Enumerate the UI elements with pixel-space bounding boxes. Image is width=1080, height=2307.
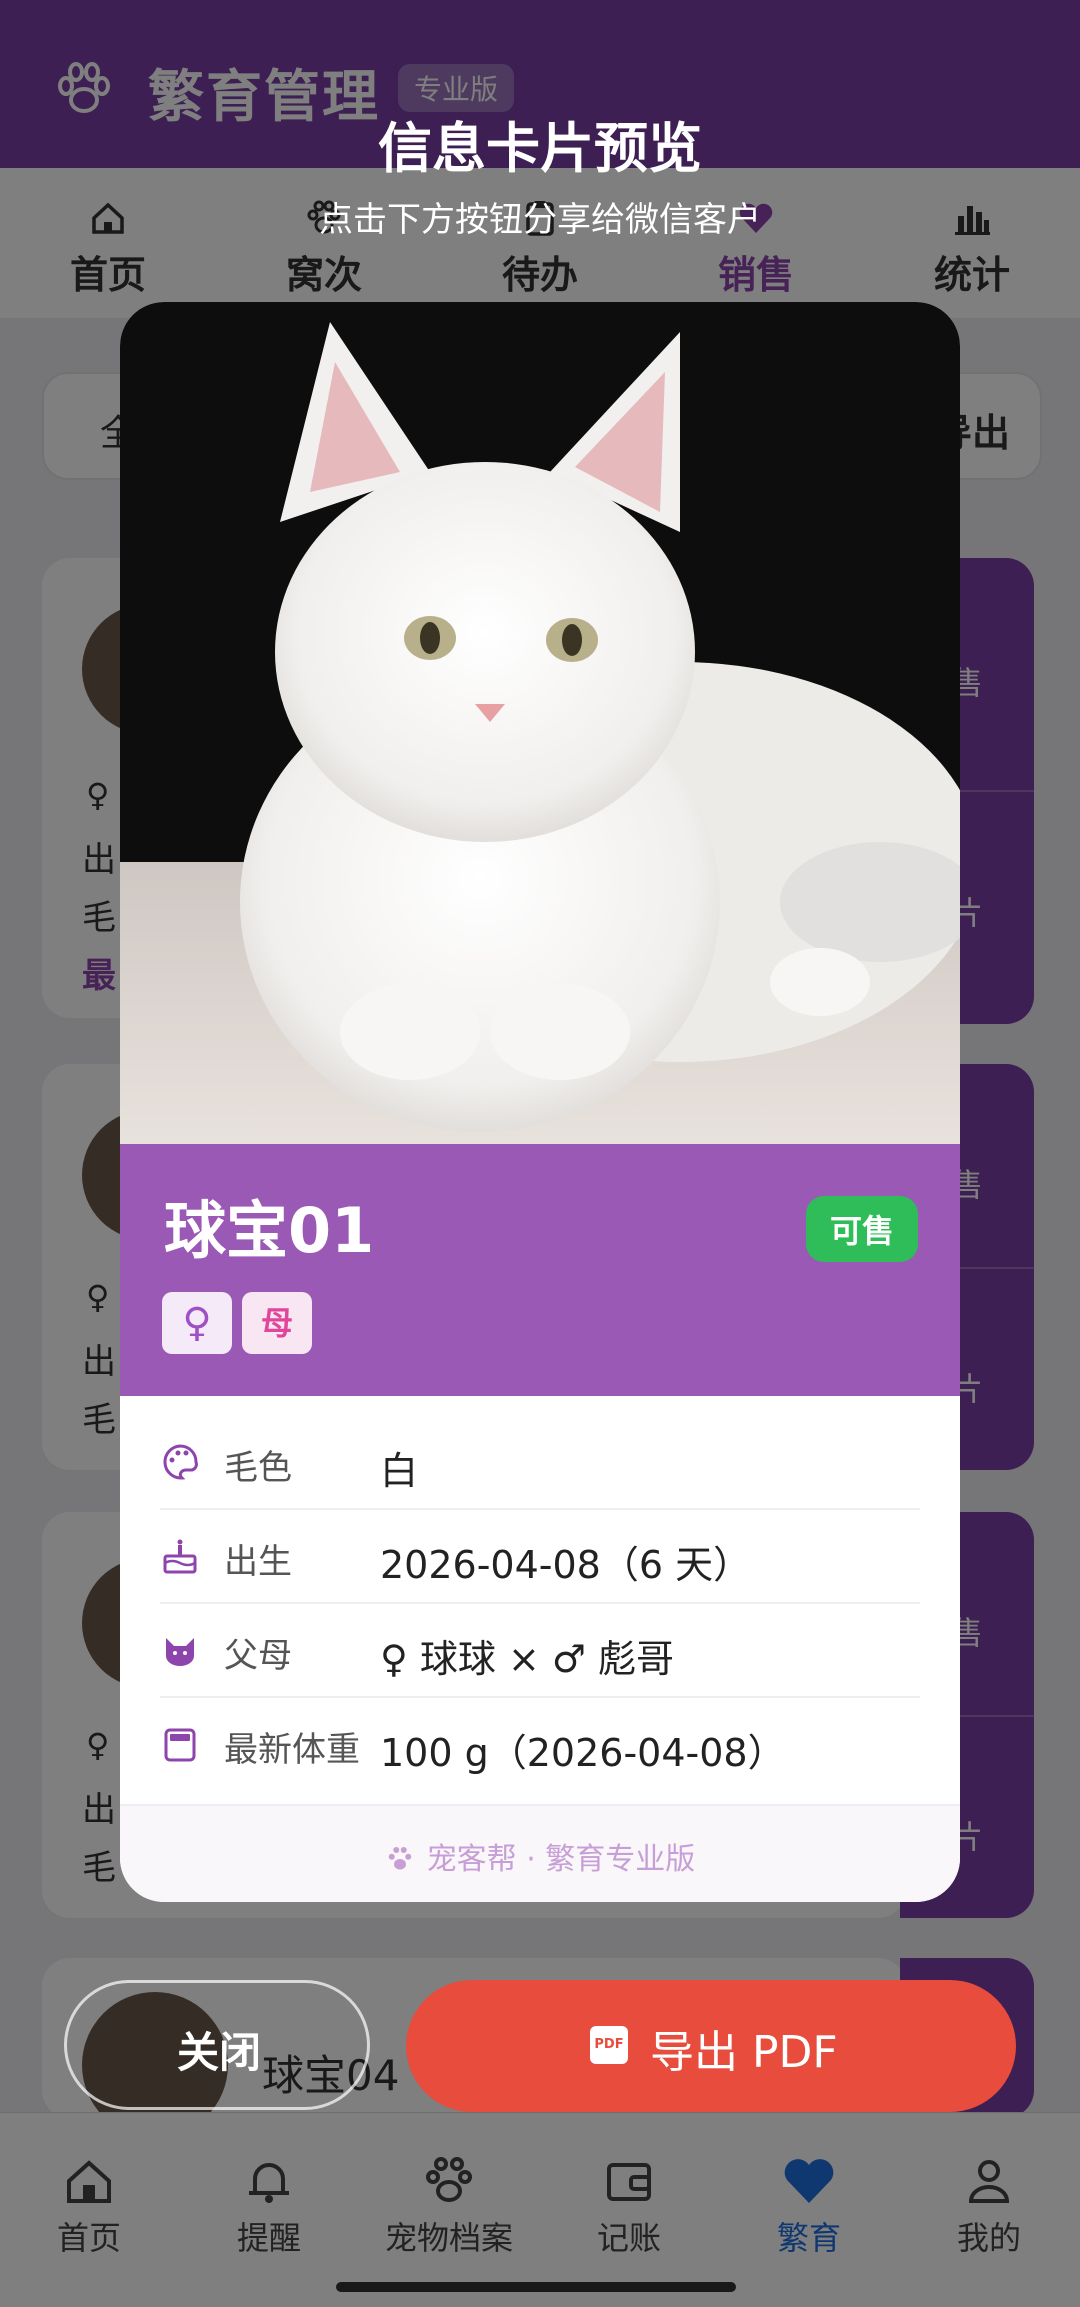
paw-icon (388, 1847, 411, 1870)
export-label: 导出 PDF (650, 2027, 838, 2078)
close-label: 关闭 (177, 2028, 262, 2077)
field-value: 白 (380, 1449, 419, 1493)
pdf-icon: PDF (590, 2026, 628, 2064)
cat-photo (120, 302, 960, 1144)
sex-symbol-badge: ♀ (162, 1292, 232, 1354)
close-button[interactable]: 关闭 (64, 1980, 370, 2110)
export-pdf-button[interactable]: PDF 导出 PDF (406, 1980, 1016, 2112)
sex-badge: 母 (242, 1292, 312, 1354)
footer-label: 宠客帮 · 繁育专业版 (426, 1842, 696, 1877)
footer-text: 宠客帮 · 繁育专业版 (120, 1834, 960, 1878)
scale-icon (164, 1728, 196, 1762)
field-label: 毛色 (224, 1448, 292, 1488)
field-birth: 出生 2026-04-08（6 天） (160, 1510, 920, 1604)
info-card: 球宝01 可售 ♀ 母 毛色 白 出生 2026-04-08（6 天） 父母 ♀… (120, 302, 960, 1902)
card-footer: 宠客帮 · 繁育专业版 (120, 1804, 960, 1902)
field-weight: 最新体重 100 g（2026-04-08） (160, 1698, 920, 1792)
modal-subtitle: 点击下方按钮分享给微信客户 (319, 200, 761, 240)
card-header-band: 球宝01 可售 ♀ 母 (120, 1144, 960, 1396)
status-badge: 可售 (805, 1196, 918, 1262)
modal-title: 信息卡片预览 (378, 117, 702, 180)
field-label: 最新体重 (224, 1730, 360, 1770)
cat-icon (166, 1638, 194, 1666)
field-coat-color: 毛色 白 (160, 1416, 920, 1510)
field-parents: 父母 ♀ 球球 × ♂ 彪哥 (160, 1604, 920, 1698)
palette-icon (163, 1444, 198, 1480)
field-value: ♀ 球球 × ♂ 彪哥 (380, 1637, 675, 1681)
pet-name: 球宝01 (164, 1194, 375, 1267)
cake-icon (163, 1539, 197, 1574)
field-value: 2026-04-08（6 天） (380, 1543, 752, 1587)
field-value: 100 g（2026-04-08） (380, 1731, 786, 1775)
field-label: 出生 (224, 1542, 292, 1582)
field-label: 父母 (224, 1636, 292, 1676)
